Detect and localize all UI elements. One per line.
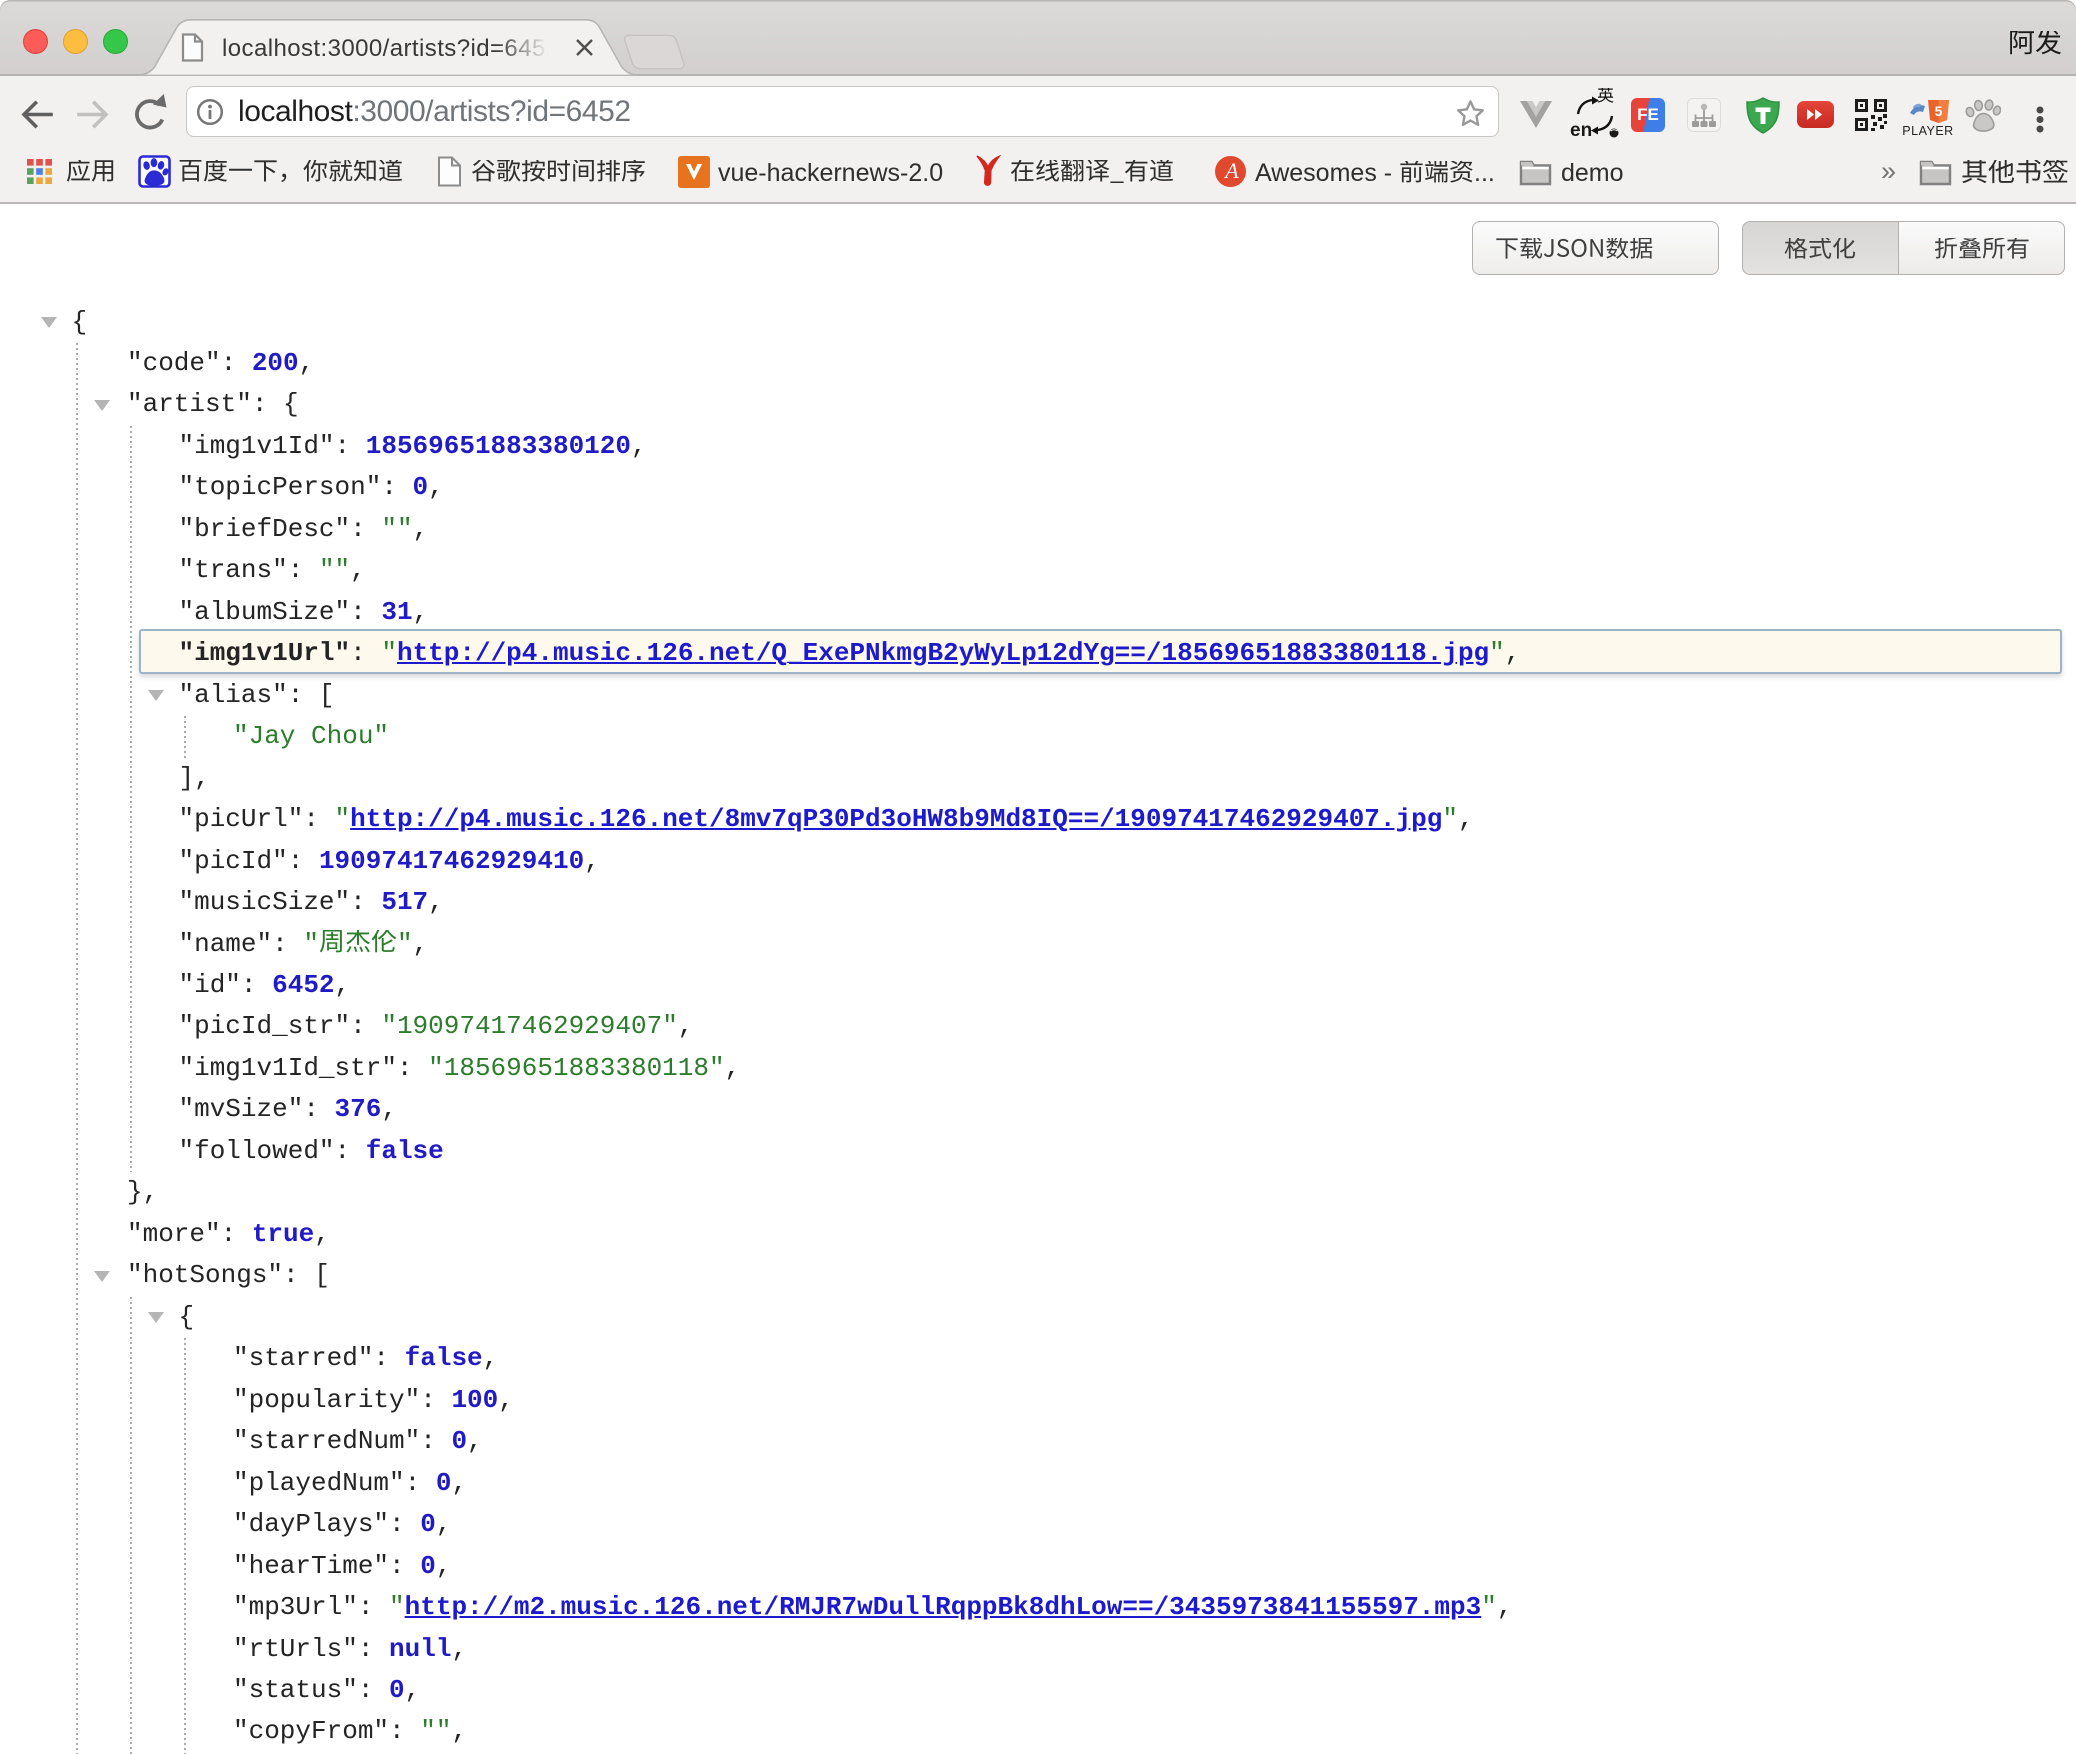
svg-text:5: 5 xyxy=(1935,103,1943,119)
